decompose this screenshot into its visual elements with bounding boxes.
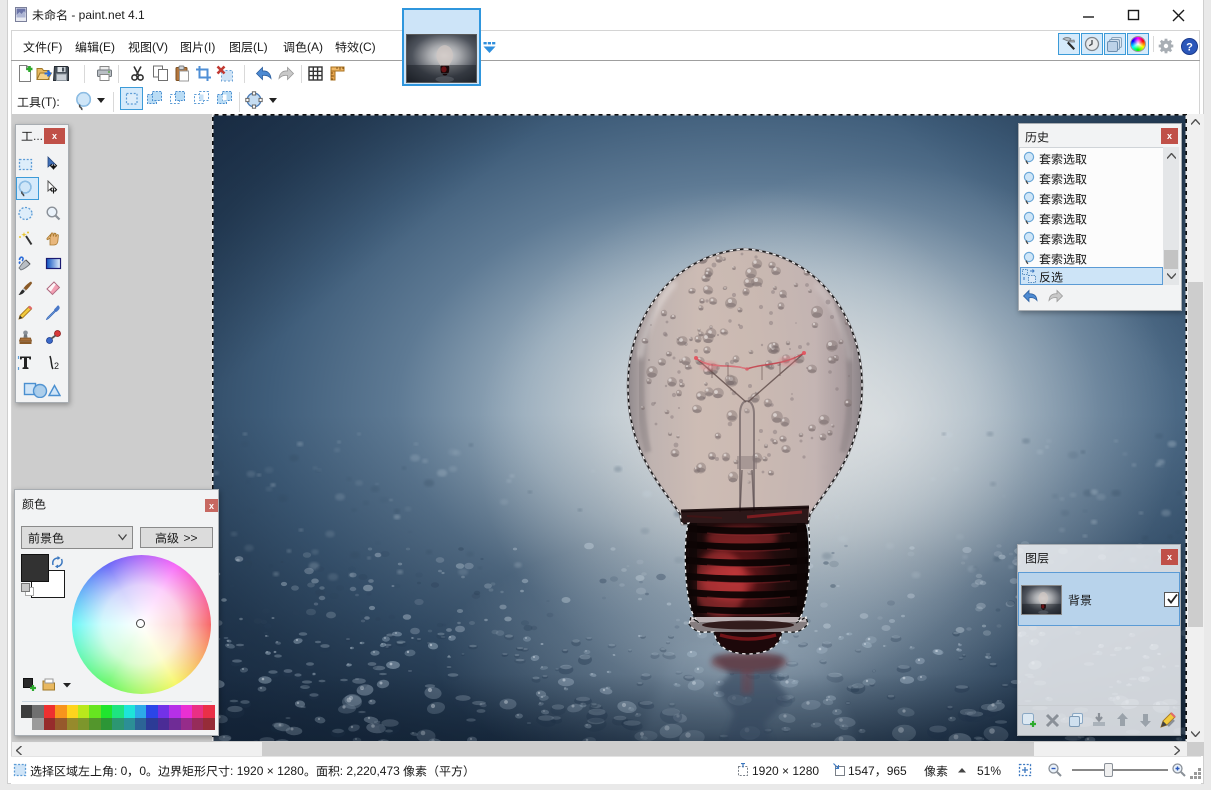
svg-text:2: 2 xyxy=(54,361,59,371)
svg-text:?: ? xyxy=(1186,42,1193,54)
